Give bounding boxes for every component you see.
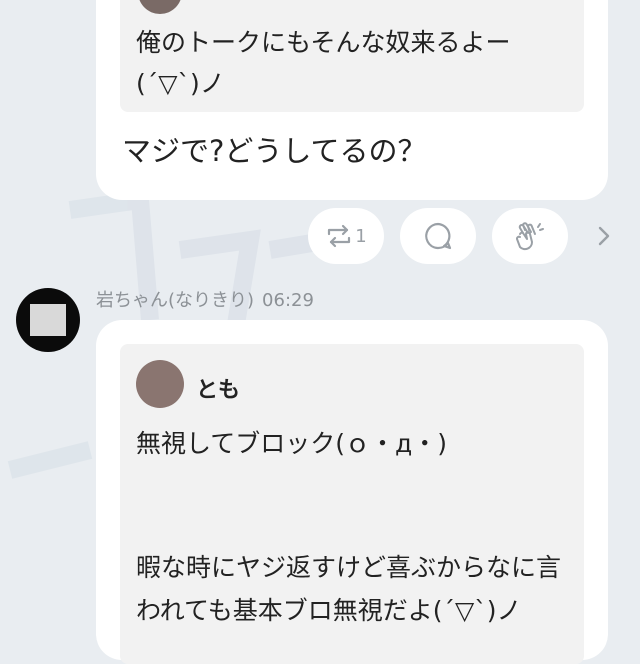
- avatar-photo: [30, 304, 66, 336]
- repost-count: 1: [355, 225, 367, 247]
- reaction-bar: 1: [308, 208, 640, 264]
- quoted-avatar: [138, 0, 182, 14]
- author-name[interactable]: 岩ちゃん(なりきり): [96, 290, 254, 311]
- message-bubble: 俺のトークにもそんな奴来るよー (´▽`)ノ マジで?どうしてるの？: [96, 0, 608, 200]
- quoted-message[interactable]: とも 無視してブロック(ｏ・д・) 暇な時にヤジ返すけど喜ぶからなに言われても基…: [120, 344, 584, 664]
- quoted-avatar: [136, 360, 184, 408]
- repost-button[interactable]: 1: [308, 208, 384, 264]
- comment-icon: [425, 222, 452, 250]
- author-avatar[interactable]: [16, 288, 80, 352]
- message-bubble: とも 無視してブロック(ｏ・д・) 暇な時にヤジ返すけど喜ぶからなに言われても基…: [96, 320, 608, 664]
- clap-button[interactable]: [492, 208, 568, 264]
- chevron-right-icon[interactable]: [592, 222, 616, 250]
- quoted-message-text: 暇な時にヤジ返すけど喜ぶからなに言われても基本ブロ無視だよ(´▽`)ノ: [136, 553, 562, 625]
- clap-icon: [516, 222, 544, 251]
- message-meta: 岩ちゃん(なりきり) 06:29: [96, 286, 314, 312]
- quoted-message-text: 無視してブロック(ｏ・д・): [136, 429, 448, 458]
- message-time: 06:29: [262, 290, 314, 311]
- message-text: マジで?どうしてるの？: [122, 134, 427, 168]
- quoted-author-name: とも: [196, 378, 241, 403]
- comment-button[interactable]: [400, 208, 476, 264]
- quoted-message[interactable]: 俺のトークにもそんな奴来るよー (´▽`)ノ: [120, 0, 584, 112]
- quoted-message-text: 俺のトークにもそんな奴来るよー (´▽`)ノ: [136, 28, 511, 98]
- repost-icon: [328, 224, 351, 248]
